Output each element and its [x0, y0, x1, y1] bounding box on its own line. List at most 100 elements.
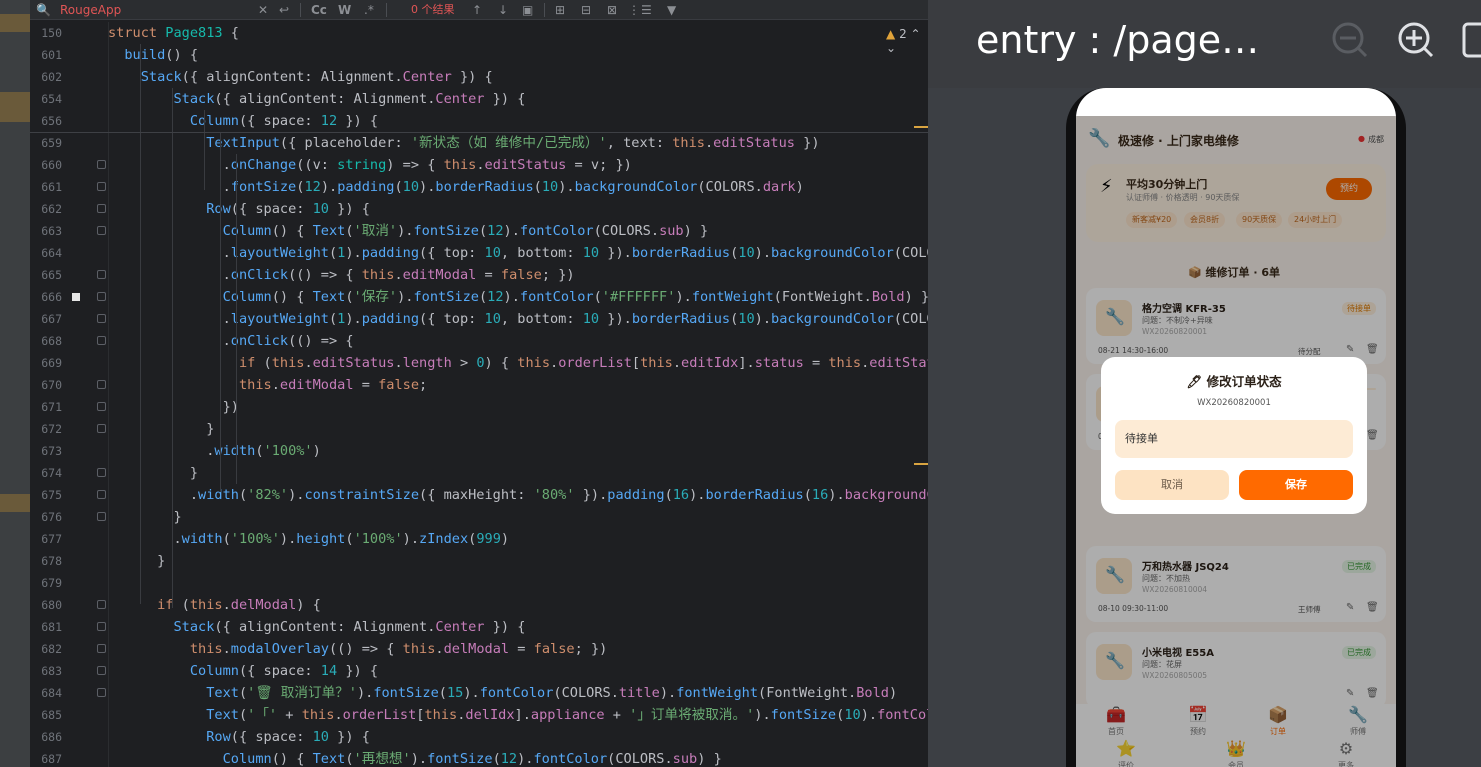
code-line[interactable]: Text('🗑 取消订单？').fontSize(15).fontColor(C… — [108, 682, 897, 704]
fold-marker[interactable] — [97, 402, 106, 411]
prev-match-icon[interactable]: ↑ — [472, 0, 482, 20]
code-line[interactable]: Column({ space: 14 }) { — [108, 660, 378, 682]
fold-marker[interactable] — [97, 688, 106, 697]
modal-overlay[interactable]: 🖊 修改订单状态 WX20260820001 待接单 取消 保存 — [1076, 116, 1396, 767]
code-line[interactable]: .onChange((v: string) => { this.editStat… — [108, 154, 632, 176]
line-number: 670 — [41, 378, 62, 392]
chevron-down-icon[interactable]: ⌄ — [886, 41, 896, 55]
line-number: 663 — [41, 224, 62, 238]
indent-guide — [204, 110, 205, 190]
code-line[interactable]: } — [108, 462, 198, 484]
filter-lines-icon[interactable]: ☰ — [641, 0, 652, 20]
code-line[interactable]: Column() { Text('保存').fontSize(12).fontC… — [108, 286, 928, 308]
whole-word-toggle[interactable]: W — [338, 0, 351, 20]
fold-marker[interactable] — [97, 336, 106, 345]
close-icon[interactable]: ✕ — [258, 0, 268, 20]
screen-icon[interactable] — [1460, 20, 1481, 60]
cancel-button[interactable]: 取消 — [1115, 470, 1229, 500]
next-match-icon[interactable]: ↓ — [498, 0, 508, 20]
edit-status-modal: 🖊 修改订单状态 WX20260820001 待接单 取消 保存 — [1101, 357, 1367, 514]
bookmark-marker[interactable] — [72, 293, 80, 301]
line-number-gutter: 150 601 602 654 656 659 660 661 662 663 664 665 666 6… — [30, 22, 108, 767]
toggle-selection-icon[interactable]: ⊠ — [607, 0, 617, 20]
code-line[interactable]: Stack({ alignContent: Alignment.Center }… — [108, 88, 525, 110]
add-selection-icon[interactable]: ⊞ — [555, 0, 565, 20]
separator — [544, 3, 545, 17]
line-number: 671 — [41, 400, 62, 414]
code-line[interactable]: Stack({ alignContent: Alignment.Center }… — [108, 616, 525, 638]
code-line[interactable]: if (this.editStatus.length > 0) { this.o… — [108, 352, 928, 374]
save-button[interactable]: 保存 — [1239, 470, 1353, 500]
warning-icon: ▲ — [886, 27, 896, 41]
line-number: 662 — [41, 202, 62, 216]
code-line[interactable]: struct Page813 { — [108, 22, 239, 44]
fold-marker[interactable] — [97, 160, 106, 169]
fold-marker[interactable] — [97, 622, 106, 631]
code-line[interactable]: Column() { Text('取消').fontSize(12).fontC… — [108, 220, 709, 242]
code-line[interactable]: Row({ space: 10 }) { — [108, 726, 370, 748]
inspection-widget[interactable]: ▲ 2 ⌃ ⌄ — [886, 27, 928, 55]
fold-marker[interactable] — [97, 270, 106, 279]
code-editor[interactable]: 🔍 RougeApp ✕ ↩ Cc W .* 0 个结果 ↑ ↓ ▣ ⊞ ⊟ ⊠… — [30, 0, 928, 767]
modal-order-code: WX20260820001 — [1197, 398, 1271, 408]
fold-marker[interactable] — [97, 292, 106, 301]
remove-selection-icon[interactable]: ⊟ — [581, 0, 591, 20]
fold-marker[interactable] — [97, 204, 106, 213]
fold-marker[interactable] — [97, 512, 106, 521]
code-area[interactable]: struct Page813 { build() { Stack({ align… — [108, 22, 928, 767]
fold-marker[interactable] — [97, 314, 106, 323]
code-line[interactable]: Stack({ alignContent: Alignment.Center }… — [108, 66, 493, 88]
code-line[interactable]: } — [108, 550, 165, 572]
code-line[interactable]: Text('「' + this.orderList[this.delIdx].a… — [108, 704, 928, 726]
code-line[interactable]: .width('82%').constraintSize({ maxHeight… — [108, 484, 928, 506]
code-line[interactable]: Row({ space: 10 }) { — [108, 198, 370, 220]
code-line[interactable]: .onClick(() => { — [108, 330, 354, 352]
search-icon[interactable]: 🔍 — [36, 0, 51, 20]
find-input[interactable]: RougeApp — [60, 0, 121, 20]
line-number: 661 — [41, 180, 62, 194]
zoom-in-icon[interactable] — [1396, 20, 1436, 60]
fold-marker[interactable] — [97, 182, 106, 191]
fold-marker[interactable] — [97, 424, 106, 433]
fold-marker[interactable] — [97, 600, 106, 609]
fold-marker[interactable] — [97, 666, 106, 675]
code-line[interactable]: this.editModal = false; — [108, 374, 427, 396]
select-all-icon[interactable]: ▣ — [522, 0, 533, 20]
options-icon[interactable]: ⋮ — [628, 0, 640, 20]
code-line[interactable]: } — [108, 418, 214, 440]
code-line[interactable]: } — [108, 506, 181, 528]
code-line[interactable]: .width('100%').height('100%').zIndex(999… — [108, 528, 509, 550]
chevron-up-icon[interactable]: ⌃ — [911, 27, 921, 41]
zoom-out-icon[interactable] — [1330, 20, 1370, 60]
match-case-toggle[interactable]: Cc — [311, 0, 327, 20]
fold-marker[interactable] — [97, 644, 106, 653]
previewer-panel: entry : /page… 🔧 极速修 · 上门家电维修 ● 成都 ⚡ 平均3… — [928, 0, 1481, 767]
code-line[interactable]: build() { — [108, 44, 198, 66]
indent-guide — [220, 132, 221, 492]
replace-icon[interactable]: ↩ — [279, 0, 289, 20]
scrollbar-mark — [914, 126, 928, 128]
code-line[interactable]: Column() { Text('再想想').fontSize(12).font… — [108, 748, 722, 767]
filter-icon[interactable]: ▼ — [667, 0, 676, 20]
status-input[interactable]: 待接单 — [1115, 420, 1353, 458]
code-line[interactable]: Column({ space: 12 }) { — [108, 110, 378, 132]
sticky-lines-divider — [30, 132, 928, 133]
code-line[interactable]: .layoutWeight(1).padding({ top: 10, bott… — [108, 308, 928, 330]
code-line[interactable]: this.modalOverlay(() => { this.delModal … — [108, 638, 607, 660]
indent-guide — [236, 154, 237, 484]
indent-guide — [172, 88, 173, 608]
fold-marker[interactable] — [97, 490, 106, 499]
code-line[interactable]: .fontSize(12).padding(10).borderRadius(1… — [108, 176, 804, 198]
code-line[interactable]: TextInput({ placeholder: '新状态（如 维修中/已完成）… — [108, 132, 819, 154]
fold-marker[interactable] — [97, 226, 106, 235]
line-number: 673 — [41, 444, 62, 458]
fold-marker[interactable] — [97, 468, 106, 477]
separator — [300, 3, 301, 17]
strip-marker — [0, 494, 30, 512]
line-number: 669 — [41, 356, 62, 370]
code-line[interactable]: .onClick(() => { this.editModal = false;… — [108, 264, 575, 286]
scrollbar-mark — [914, 463, 928, 465]
fold-marker[interactable] — [97, 380, 106, 389]
code-line[interactable]: .layoutWeight(1).padding({ top: 10, bott… — [108, 242, 928, 264]
regex-toggle[interactable]: .* — [364, 0, 374, 20]
